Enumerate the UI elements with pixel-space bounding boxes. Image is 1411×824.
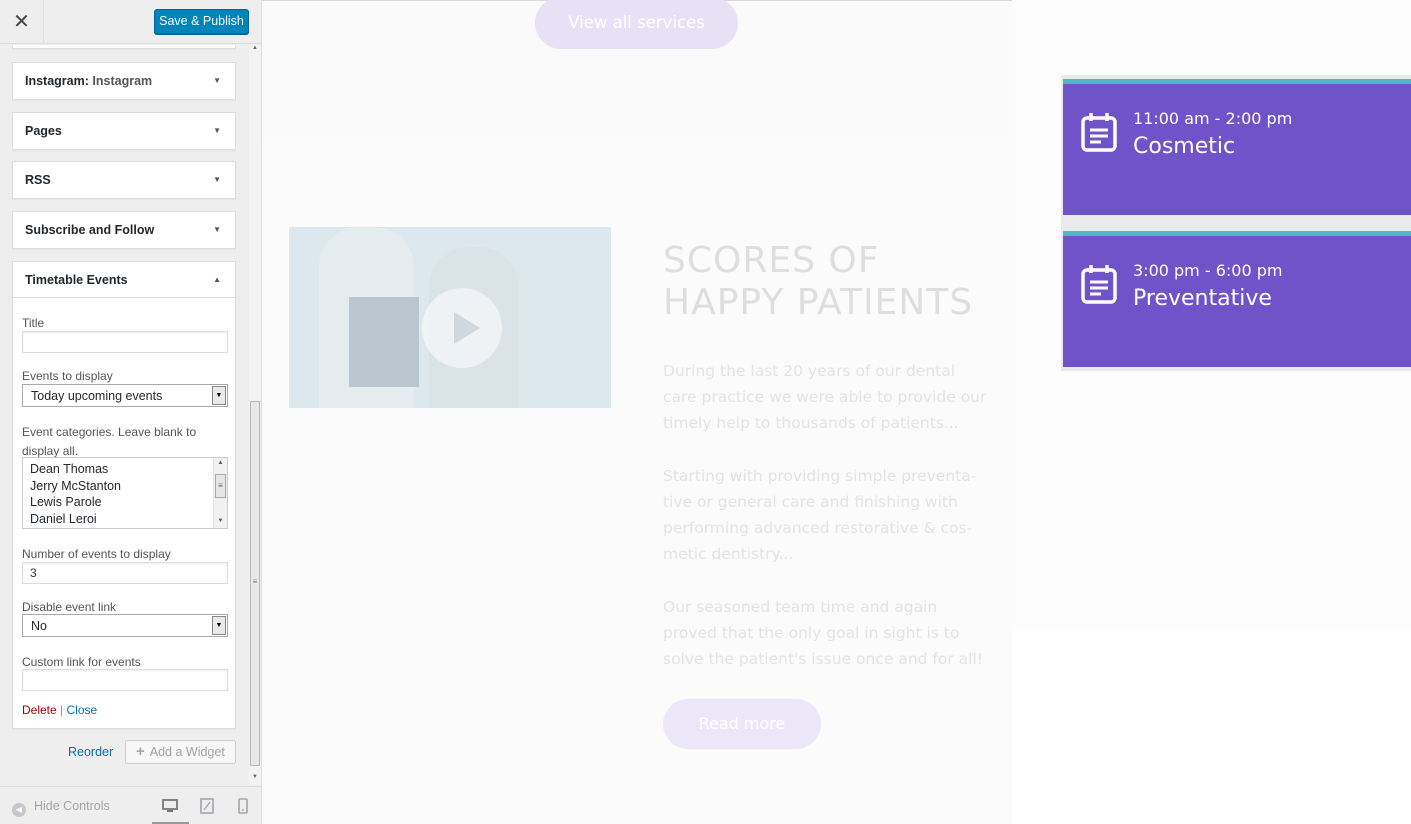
event-categories-label: Event categories. Leave blank to display… [22, 425, 197, 458]
video-thumbnail[interactable] [289, 227, 611, 408]
widgets-panel: Instagram: Instagram ▼ Pages ▼ RSS ▼ Sub… [0, 45, 248, 785]
widget-title: Pages [25, 124, 62, 138]
hide-controls-button[interactable]: ◀ Hide Controls [12, 799, 110, 817]
event-title: Preventative [1133, 286, 1272, 311]
event-categories-listbox[interactable]: Dean Thomas Jerry McStanton Lewis Parole… [22, 457, 228, 529]
scroll-down-icon[interactable]: ▼ [249, 774, 261, 780]
list-item[interactable]: Dean Thomas [23, 461, 227, 478]
custom-link-label: Custom link for events [22, 655, 141, 669]
widget-section-instagram[interactable]: Instagram: Instagram ▼ [12, 62, 236, 100]
event-time: 3:00 pm - 6:00 pm [1133, 261, 1283, 280]
separator: | [60, 703, 64, 717]
disable-event-link-select[interactable]: No ▼ [22, 614, 228, 637]
number-of-events-input[interactable]: 3 [22, 562, 228, 584]
desktop-icon[interactable] [161, 797, 179, 815]
paragraph: During the last 20 years of our dental c… [663, 362, 987, 432]
scroll-down-icon[interactable]: ▼ [214, 518, 227, 524]
plus-icon: + [136, 743, 145, 760]
add-widget-label: Add a Widget [149, 745, 225, 759]
widget-header[interactable]: Pages ▼ [13, 113, 235, 149]
scroll-thumb[interactable]: ≡ [250, 401, 260, 766]
chevron-down-icon: ▼ [213, 175, 221, 184]
play-icon[interactable] [422, 288, 502, 368]
widget-section-clipped [12, 45, 236, 49]
number-of-events-label: Number of events to display [22, 547, 171, 561]
widget-header[interactable]: Instagram: Instagram ▼ [13, 63, 235, 99]
event-card[interactable]: 11:00 am - 2:00 pm Cosmetic [1063, 79, 1411, 215]
chevron-down-icon[interactable]: ▼ [212, 616, 226, 635]
add-widget-button[interactable]: + Add a Widget [125, 740, 236, 764]
arrow-left-circle-icon: ◀ [12, 803, 26, 817]
widget-header[interactable]: Timetable Events ▲ [13, 262, 235, 298]
widget-title: Timetable Events [25, 273, 128, 287]
mobile-icon[interactable] [234, 797, 252, 815]
event-card[interactable]: 3:00 pm - 6:00 pm Preventative [1063, 231, 1411, 367]
widget-subtitle: Instagram [92, 74, 153, 88]
widget-actions: Delete | Close [22, 703, 97, 717]
paragraph: Our seasoned team time and again proved … [663, 598, 983, 668]
scroll-up-icon[interactable]: ▲ [249, 45, 261, 51]
read-more-button[interactable]: Read more [663, 699, 821, 749]
disable-event-link-label: Disable event link [22, 600, 117, 614]
listbox-scrollbar[interactable]: ▲ ≡ ▼ [213, 458, 227, 528]
heading-line: SCORES OF [663, 240, 880, 281]
panel-scrollbar[interactable]: ▲ ≡ ▼ [249, 45, 261, 785]
paragraph: Starting with providing simple preventa-… [663, 467, 977, 563]
list-item[interactable]: Lewis Parole [23, 494, 227, 511]
chevron-down-icon: ▼ [213, 225, 221, 234]
heading-line: HAPPY PATIENTS [663, 282, 974, 323]
timetable-events-widget: 11:00 am - 2:00 pm Cosmetic 3:00 pm - 6:… [1061, 75, 1411, 371]
title-label: Title [22, 316, 45, 330]
hide-controls-label: Hide Controls [34, 799, 110, 813]
calendar-icon [1081, 113, 1117, 152]
list-item[interactable]: Daniel Leroi [23, 511, 227, 528]
save-publish-button[interactable]: Save & Publish [154, 9, 249, 34]
calendar-icon [1081, 265, 1117, 304]
widget-title: Instagram: [25, 74, 89, 88]
widget-section-timetable-events: Timetable Events ▲ Title Events to displ… [12, 261, 236, 729]
event-title: Cosmetic [1133, 134, 1236, 159]
widget-header[interactable]: Subscribe and Follow ▼ [13, 212, 235, 248]
site-preview: View all services SCORES OF HAPPY PATIEN… [262, 0, 1411, 824]
select-value: No [31, 619, 47, 633]
close-icon[interactable]: ✕ [0, 0, 44, 44]
chevron-down-icon: ▼ [213, 76, 221, 85]
scroll-up-icon[interactable]: ▲ [214, 460, 227, 466]
customizer-footer: ◀ Hide Controls [0, 786, 261, 824]
select-value: Today upcoming events [31, 389, 163, 403]
widget-section-subscribe[interactable]: Subscribe and Follow ▼ [12, 211, 236, 249]
reorder-link[interactable]: Reorder [68, 745, 113, 759]
title-input[interactable] [22, 331, 228, 353]
customizer-header: ✕ Save & Publish [0, 0, 261, 44]
customizer-sidebar: ✕ Save & Publish Instagram: Instagram ▼ … [0, 0, 262, 824]
close-link[interactable]: Close [67, 703, 98, 717]
chevron-down-icon: ▼ [213, 126, 221, 135]
section-heading: SCORES OF HAPPY PATIENTS [663, 240, 993, 324]
widget-section-pages[interactable]: Pages ▼ [12, 112, 236, 150]
chevron-down-icon[interactable]: ▼ [212, 386, 226, 405]
view-all-services-button[interactable]: View all services [535, 0, 738, 49]
widget-title: RSS [25, 173, 51, 187]
widget-title: Subscribe and Follow [25, 223, 155, 237]
tablet-icon[interactable] [198, 797, 216, 815]
events-to-display-select[interactable]: Today upcoming events ▼ [22, 384, 228, 407]
widget-section-rss[interactable]: RSS ▼ [12, 161, 236, 199]
video-figure [349, 297, 419, 387]
delete-link[interactable]: Delete [22, 703, 57, 717]
scroll-thumb[interactable]: ≡ [215, 474, 226, 498]
events-to-display-label: Events to display [22, 369, 113, 383]
widget-header[interactable]: RSS ▼ [13, 162, 235, 198]
event-time: 11:00 am - 2:00 pm [1133, 109, 1293, 128]
list-item[interactable]: Jerry McStanton [23, 478, 227, 495]
chevron-up-icon: ▲ [213, 275, 221, 284]
custom-link-input[interactable] [22, 669, 228, 691]
